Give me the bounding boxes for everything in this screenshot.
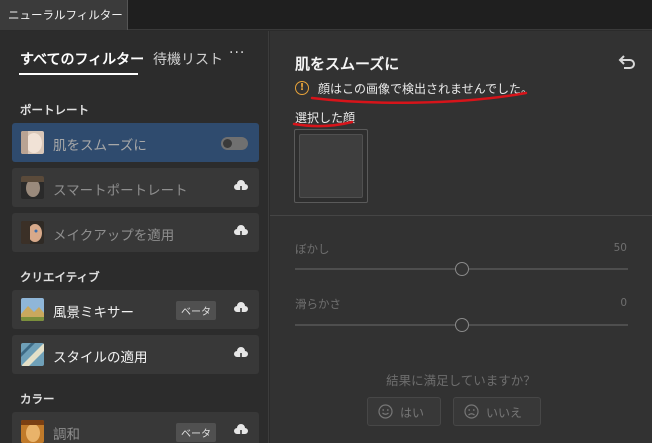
- smoothness-slider-value: 0: [620, 297, 627, 309]
- active-tab-indicator: [19, 73, 138, 75]
- filter-settings-panel: 肌をスムーズに ! 顔はこの画像で検出されませんでした。 選択した顔 ぼかし 5…: [270, 31, 652, 443]
- beta-badge: ベータ: [176, 301, 216, 320]
- landscape-mixer-thumbnail: [21, 298, 44, 321]
- blur-slider-label: ぼかし: [295, 242, 330, 256]
- feedback-yes-label: はい: [400, 406, 425, 420]
- more-options-icon[interactable]: ···: [229, 45, 245, 61]
- cloud-download-icon[interactable]: [233, 424, 249, 438]
- neural-filters-tab[interactable]: ニューラルフィルター: [0, 0, 128, 30]
- annotation-underline: [292, 120, 354, 128]
- feedback-no-label: いいえ: [486, 406, 523, 420]
- filter-item-label: 肌をスムーズに: [53, 138, 147, 154]
- filter-title: 肌をスムーズに: [295, 55, 400, 73]
- filter-item-makeup-transfer[interactable]: メイクアップを適用: [12, 213, 259, 252]
- tab-all-filters[interactable]: すべてのフィルター: [20, 49, 144, 69]
- filter-item-smart-portrait[interactable]: スマートポートレート: [12, 168, 259, 207]
- smoothness-slider-knob[interactable]: [454, 318, 469, 332]
- smoothness-slider-label: 滑らかさ: [295, 297, 341, 311]
- style-transfer-thumbnail: [21, 343, 44, 366]
- blur-slider-knob[interactable]: [454, 262, 469, 276]
- blur-slider-value: 50: [613, 242, 627, 254]
- feedback-question: 結果に満足していますか？: [386, 373, 536, 388]
- neural-filters-tab-label: ニューラルフィルター: [8, 8, 123, 22]
- filter-list-panel: すべてのフィルター 待機リスト ··· ポートレート 肌をスムーズに スマートポ…: [0, 31, 269, 443]
- filter-item-harmonization[interactable]: 調和 ベータ: [12, 412, 259, 443]
- sad-face-icon: [464, 404, 479, 419]
- section-title-portrait: ポートレート: [20, 103, 89, 117]
- filter-item-style-transfer[interactable]: スタイルの適用: [12, 335, 259, 374]
- filter-enable-toggle[interactable]: [221, 137, 248, 150]
- document-tab-bar: ニューラルフィルター: [0, 0, 652, 30]
- makeup-transfer-thumbnail: [21, 221, 44, 244]
- cloud-download-icon[interactable]: [233, 347, 249, 361]
- filter-item-label: メイクアップを適用: [53, 228, 175, 244]
- filter-item-landscape-mixer[interactable]: 風景ミキサー ベータ: [12, 290, 259, 329]
- face-thumbnail-placeholder: [299, 134, 363, 198]
- filter-item-label: スマートポートレート: [53, 183, 188, 199]
- cloud-download-icon[interactable]: [233, 302, 249, 316]
- filter-item-label: スタイルの適用: [53, 350, 148, 366]
- cloud-download-icon[interactable]: [233, 225, 249, 239]
- section-title-color: カラー: [20, 392, 55, 406]
- beta-badge: ベータ: [176, 423, 216, 442]
- filter-item-skin-smoothing[interactable]: 肌をスムーズに: [12, 123, 259, 162]
- filter-item-label: 風景ミキサー: [53, 305, 134, 321]
- feedback-no-button[interactable]: いいえ: [453, 397, 541, 426]
- warning-icon: !: [295, 81, 309, 95]
- happy-face-icon: [378, 404, 393, 419]
- section-divider: [270, 215, 652, 216]
- tab-wait-list[interactable]: 待機リスト: [153, 49, 223, 69]
- section-title-creative: クリエイティブ: [20, 270, 100, 284]
- toggle-knob: [223, 139, 232, 148]
- cloud-download-icon[interactable]: [233, 180, 249, 194]
- selected-face-box[interactable]: [294, 129, 368, 203]
- reset-undo-icon[interactable]: [618, 54, 636, 70]
- feedback-yes-button[interactable]: はい: [367, 397, 441, 426]
- harmonization-thumbnail: [21, 420, 44, 443]
- annotation-underline: [310, 91, 528, 104]
- skin-smoothing-thumbnail: [21, 131, 44, 154]
- filter-item-label: 調和: [53, 427, 80, 443]
- smart-portrait-thumbnail: [21, 176, 44, 199]
